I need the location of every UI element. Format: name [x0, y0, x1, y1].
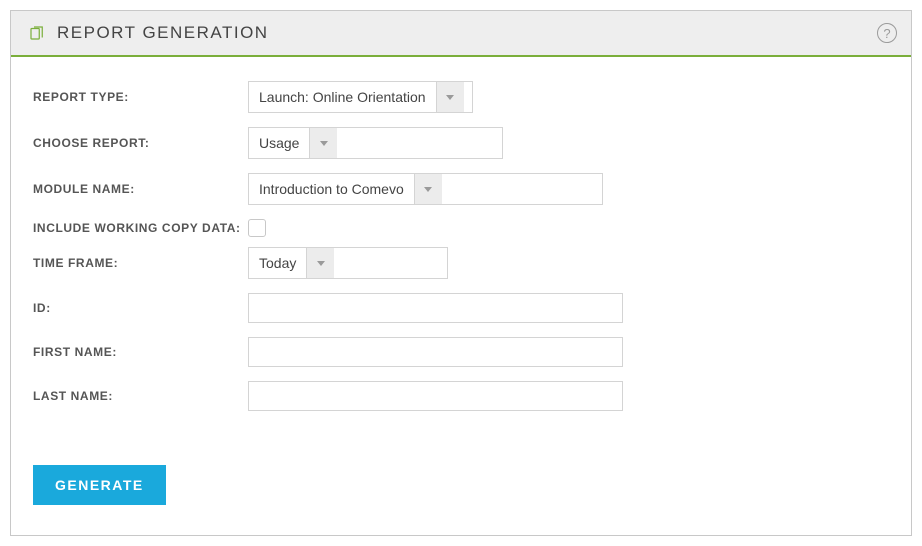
chevron-down-icon[interactable]	[306, 248, 334, 278]
dropdown-choose-report-value: Usage	[249, 128, 309, 158]
label-id: ID:	[33, 301, 248, 315]
row-last-name: LAST NAME:	[33, 381, 889, 411]
chevron-down-icon[interactable]	[414, 174, 442, 204]
dropdown-time-frame-value: Today	[249, 248, 306, 278]
dropdown-module-name-value: Introduction to Comevo	[249, 174, 414, 204]
chevron-down-icon[interactable]	[309, 128, 337, 158]
panel-title: REPORT GENERATION	[57, 23, 269, 43]
label-module-name: MODULE NAME:	[33, 182, 248, 196]
panel-header: REPORT GENERATION ?	[11, 11, 911, 57]
documents-icon	[27, 23, 47, 43]
label-choose-report: CHOOSE REPORT:	[33, 136, 248, 150]
report-generation-panel: REPORT GENERATION ? REPORT TYPE: Launch:…	[10, 10, 912, 536]
row-report-type: REPORT TYPE: Launch: Online Orientation	[33, 81, 889, 113]
row-choose-report: CHOOSE REPORT: Usage	[33, 127, 889, 159]
input-last-name[interactable]	[248, 381, 623, 411]
chevron-down-icon[interactable]	[436, 82, 464, 112]
row-id: ID:	[33, 293, 889, 323]
label-last-name: LAST NAME:	[33, 389, 248, 403]
label-first-name: FIRST NAME:	[33, 345, 248, 359]
input-id[interactable]	[248, 293, 623, 323]
input-first-name[interactable]	[248, 337, 623, 367]
label-time-frame: TIME FRAME:	[33, 256, 248, 270]
row-time-frame: TIME FRAME: Today	[33, 247, 889, 279]
label-include-working-copy: INCLUDE WORKING COPY DATA:	[33, 221, 248, 235]
help-icon[interactable]: ?	[877, 23, 897, 43]
panel-body: REPORT TYPE: Launch: Online Orientation …	[11, 57, 911, 535]
row-include-working-copy: INCLUDE WORKING COPY DATA:	[33, 219, 889, 237]
checkbox-include-working-copy[interactable]	[248, 219, 266, 237]
label-report-type: REPORT TYPE:	[33, 90, 248, 104]
dropdown-choose-report[interactable]: Usage	[248, 127, 503, 159]
dropdown-module-name[interactable]: Introduction to Comevo	[248, 173, 603, 205]
row-module-name: MODULE NAME: Introduction to Comevo	[33, 173, 889, 205]
row-first-name: FIRST NAME:	[33, 337, 889, 367]
dropdown-time-frame[interactable]: Today	[248, 247, 448, 279]
generate-button[interactable]: GENERATE	[33, 465, 166, 505]
dropdown-report-type-value: Launch: Online Orientation	[249, 82, 436, 112]
dropdown-report-type[interactable]: Launch: Online Orientation	[248, 81, 473, 113]
